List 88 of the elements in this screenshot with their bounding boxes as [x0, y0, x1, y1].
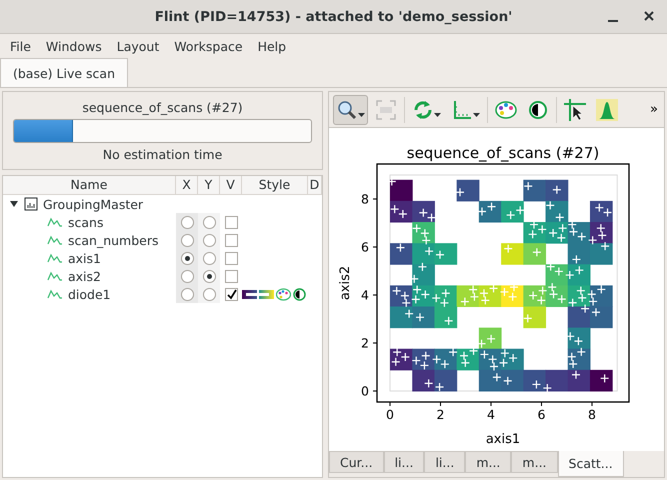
tick-label: 0 [386, 407, 394, 422]
tab[interactable]: m... [465, 451, 512, 473]
overflow-button[interactable]: » [650, 102, 658, 117]
tick-label: 4 [361, 288, 369, 302]
x-radio[interactable] [180, 270, 194, 282]
tree-item-label[interactable]: diode1 [68, 286, 111, 302]
y-radio[interactable] [202, 216, 216, 228]
column-header[interactable]: V [220, 176, 242, 194]
tick-label: 6 [361, 240, 369, 254]
colormap-icon[interactable] [259, 290, 274, 298]
y-radio[interactable] [202, 234, 216, 246]
x-tick [490, 402, 492, 406]
column-header[interactable]: Style [242, 176, 308, 194]
tick-label: 2 [436, 407, 444, 422]
palette-icon [495, 98, 517, 120]
tree-item-label[interactable]: axis1 [68, 250, 101, 266]
tab[interactable]: li... [384, 451, 424, 473]
caret-icon [434, 112, 441, 116]
column-header[interactable]: D [308, 176, 322, 194]
tree-item-label[interactable]: GroupingMaster [43, 196, 144, 212]
y-tick [372, 294, 378, 296]
curve-icon [47, 269, 63, 283]
x-tick [541, 402, 542, 406]
axis-label: axis1 [486, 432, 520, 447]
visible-checkbox[interactable] [224, 234, 238, 246]
tree-item-label[interactable]: scans [68, 214, 104, 230]
axes-icon [451, 98, 473, 120]
zoom-button[interactable] [333, 94, 368, 124]
x-radio[interactable] [180, 234, 194, 246]
menu-item[interactable]: Workspace [174, 38, 243, 54]
plot-title: sequence_of_scans (#27) [406, 144, 600, 162]
curve-icon [47, 215, 63, 229]
column-header[interactable]: Y [198, 176, 220, 194]
menu-item[interactable]: Windows [46, 38, 102, 54]
minimize-icon [608, 20, 618, 22]
progress-status: No estimation time [102, 147, 222, 162]
x-radio[interactable] [180, 216, 194, 228]
y-tick [372, 198, 378, 200]
autoscale-icon [375, 98, 397, 120]
tab[interactable]: (base) Live scan [0, 58, 128, 87]
tick-label: 4 [487, 407, 495, 422]
expander-icon[interactable] [9, 199, 19, 209]
column-header[interactable]: Name [3, 176, 176, 194]
x-radio[interactable] [180, 288, 194, 300]
caret-icon [358, 112, 365, 116]
menu-item[interactable]: File [10, 38, 31, 54]
visible-checkbox[interactable] [224, 216, 238, 228]
y-tick [372, 342, 378, 344]
tick-label: 8 [588, 407, 596, 422]
tab[interactable]: Scatt... [558, 451, 624, 477]
refresh-icon [412, 98, 434, 120]
curve-icon [47, 233, 63, 247]
tab[interactable]: Cur... [329, 451, 384, 473]
menu-item[interactable]: Help [258, 38, 286, 54]
tree-item-label[interactable]: axis2 [68, 268, 101, 284]
curve-icon [47, 287, 63, 301]
search-icon [336, 98, 358, 120]
visible-checkbox[interactable] [224, 288, 238, 300]
crosshair-icon [564, 98, 586, 120]
contrast-icon [527, 98, 549, 120]
chart-icon [24, 197, 38, 211]
tick-label: 0 [361, 384, 369, 398]
caret-icon [473, 112, 480, 116]
tree-item-label[interactable]: scan_numbers [68, 232, 159, 248]
tab[interactable]: m... [511, 451, 558, 473]
column-header[interactable]: X [176, 176, 198, 194]
axis-label: axis2 [338, 266, 353, 300]
visible-checkbox[interactable] [224, 252, 238, 264]
y-radio[interactable] [202, 270, 216, 282]
y-radio[interactable] [202, 288, 216, 300]
window-title: Flint (PID=14753) - attached to 'demo_session' [154, 8, 512, 24]
tick-label: 6 [538, 407, 546, 422]
x-tick [440, 402, 441, 406]
colormap-icon[interactable] [242, 290, 257, 298]
tick-label: 2 [361, 336, 369, 350]
y-radio[interactable] [202, 252, 216, 264]
palette-icon[interactable] [276, 288, 291, 300]
curve-icon [47, 251, 63, 265]
peak-icon [596, 98, 618, 120]
contrast-icon[interactable] [293, 288, 306, 300]
tick-label: 8 [361, 192, 369, 206]
y-tick [372, 246, 378, 248]
visible-checkbox[interactable] [224, 270, 238, 282]
menu-item[interactable]: Layout [116, 38, 160, 54]
tab[interactable]: li... [424, 451, 466, 473]
x-radio[interactable] [180, 252, 194, 264]
progress-label: sequence_of_scans (#27) [82, 100, 243, 115]
y-tick [372, 390, 378, 392]
